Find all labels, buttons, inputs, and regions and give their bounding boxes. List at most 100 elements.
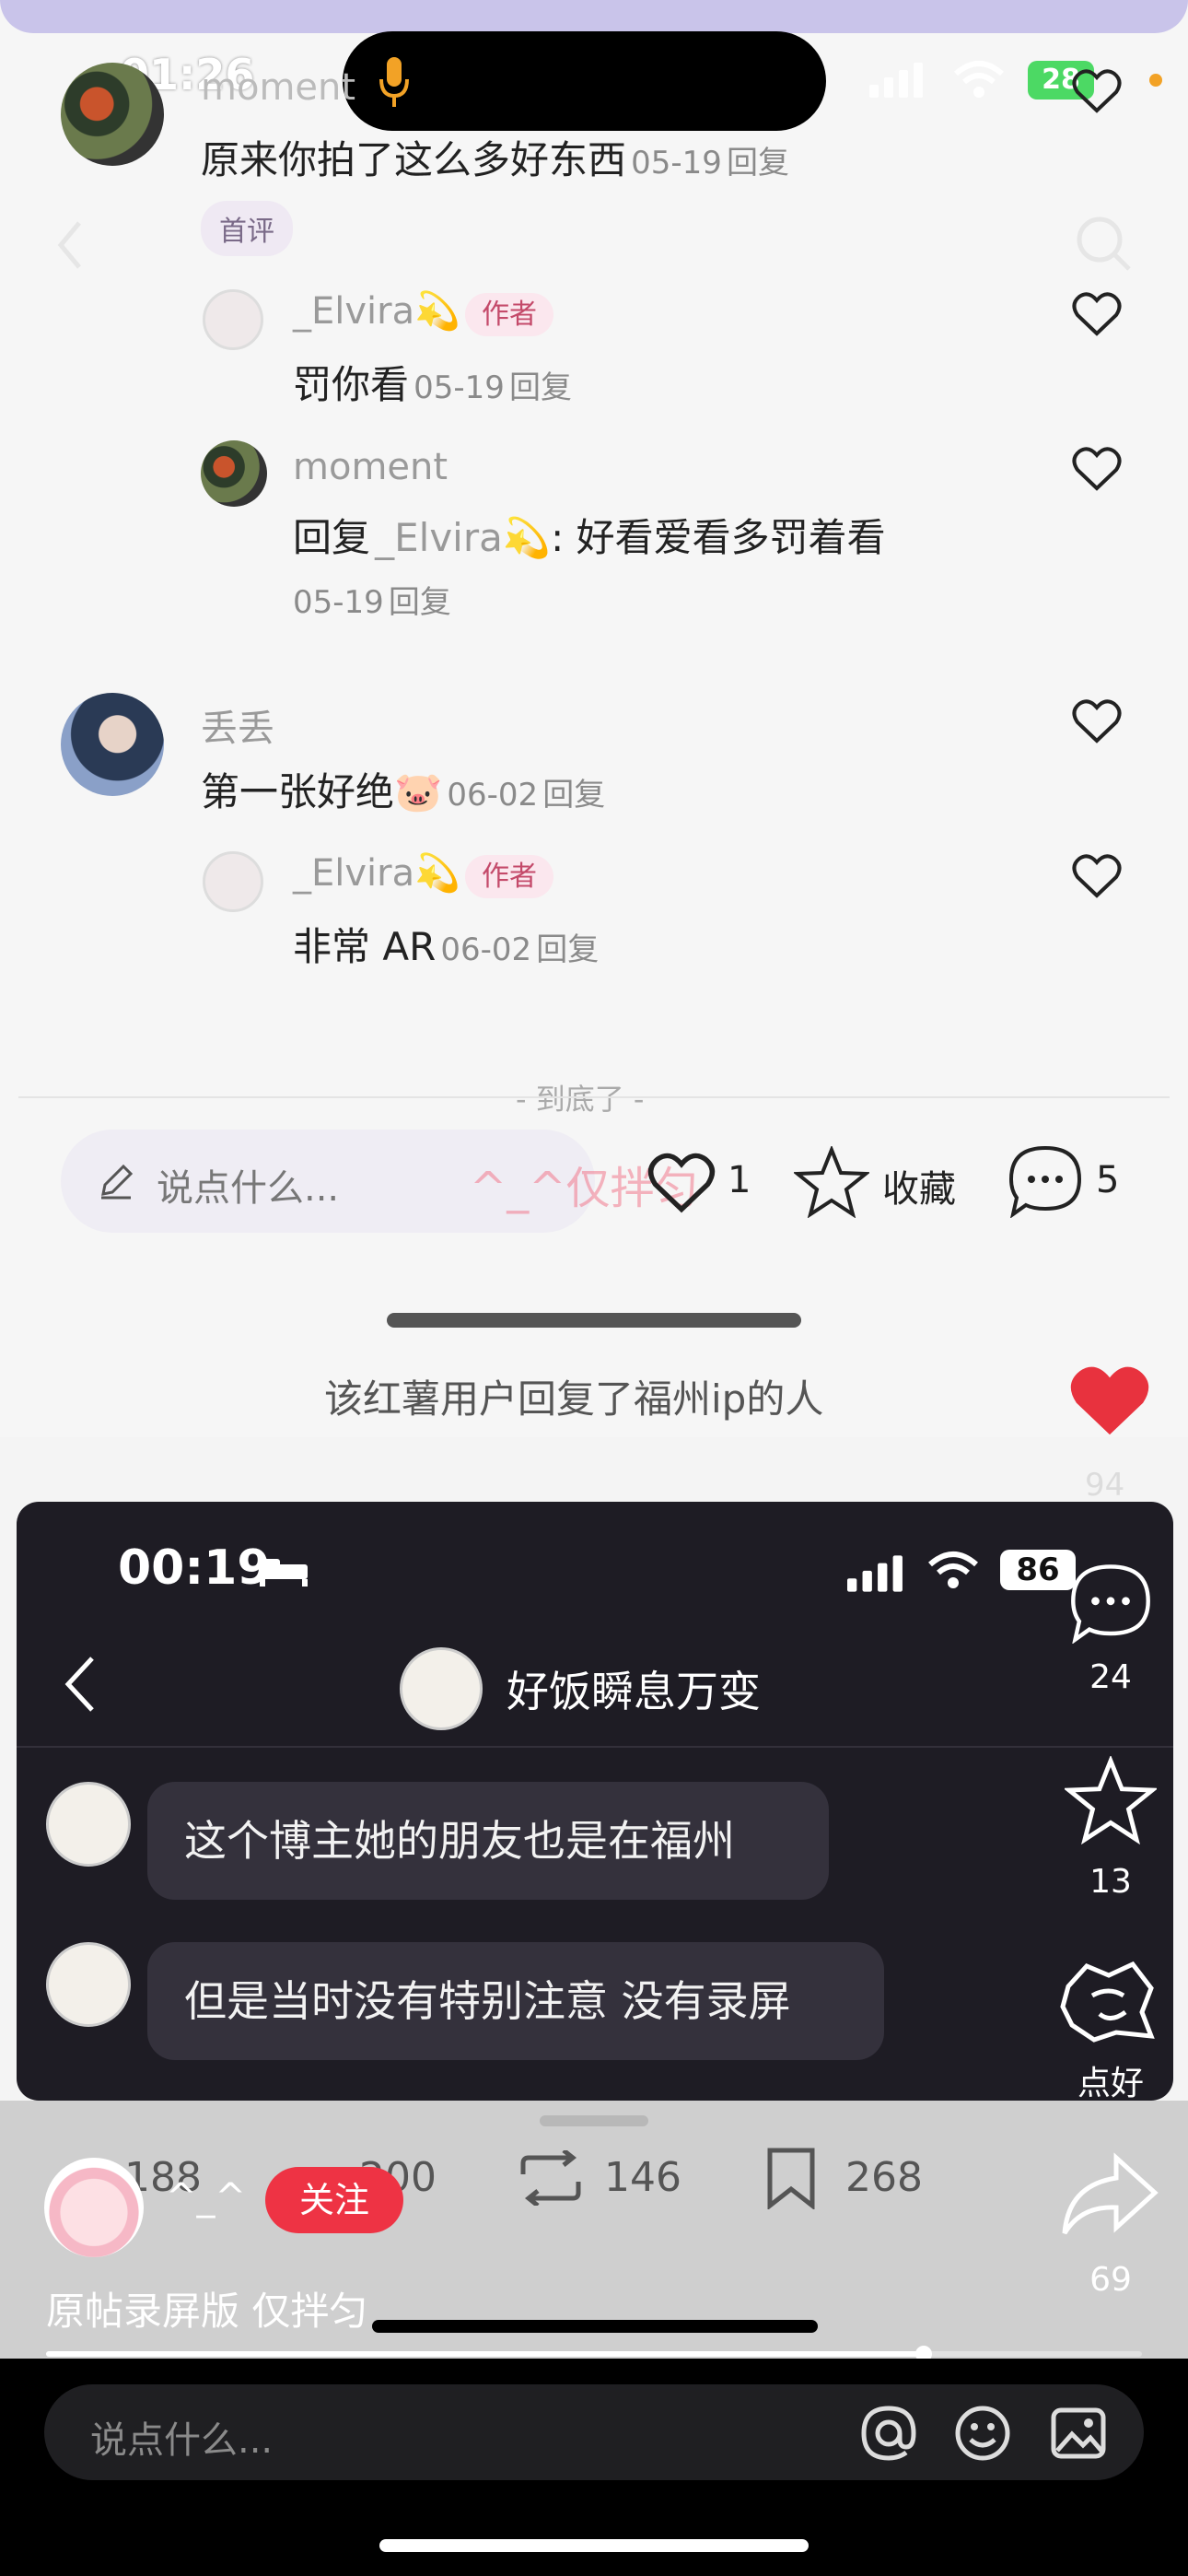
comment-text: : 好看爱看多罚着看 — [551, 515, 886, 560]
follow-button[interactable]: 关注 — [265, 2167, 403, 2233]
reply-prefix: 回复 — [293, 515, 371, 560]
comment-date: 06-02 — [447, 777, 539, 814]
avatar — [46, 1942, 131, 2027]
author-avatar[interactable] — [44, 2158, 144, 2257]
signal-icon — [869, 63, 923, 98]
recording-dot — [1149, 74, 1162, 87]
mention-icon[interactable] — [860, 2405, 917, 2462]
comment-text: 非常 AR — [293, 924, 437, 969]
pencil-icon — [101, 1164, 134, 1200]
home-indicator — [387, 1313, 801, 1328]
search-icon[interactable] — [1074, 214, 1133, 273]
wifi-icon — [954, 61, 1004, 98]
comment-author[interactable]: moment — [201, 66, 355, 109]
video-description: 原帖录屏版 仅拌匀 — [46, 2289, 368, 2334]
repost-icon — [520, 2150, 581, 2206]
emoji-icon[interactable] — [954, 2405, 1011, 2462]
home-indicator — [379, 2539, 809, 2552]
comment-input-placeholder: 说点什么... — [157, 1167, 340, 1210]
comment-body: 第一张好绝🐷 06-02 回复 — [201, 761, 605, 817]
star-icon[interactable] — [794, 1146, 869, 1218]
reply-link[interactable]: 回复 — [536, 931, 599, 968]
like-heart-filled-icon[interactable] — [1066, 1362, 1153, 1441]
reply-link[interactable]: 回复 — [727, 145, 789, 181]
star-count: 13 — [1089, 1863, 1132, 1901]
drag-handle[interactable] — [540, 2115, 648, 2126]
faded-stat: 146 — [604, 2154, 681, 2201]
avatar[interactable] — [61, 693, 164, 796]
image-icon[interactable] — [1050, 2405, 1107, 2462]
reply-link[interactable]: 回复 — [509, 369, 572, 406]
like-heart-icon[interactable] — [1072, 698, 1122, 744]
divider — [18, 1096, 1170, 1098]
comment-author[interactable]: 丢丢 — [201, 698, 274, 752]
like-count: 94 — [1085, 1467, 1125, 1504]
battery-indicator: 86 — [1000, 1550, 1076, 1590]
reply-meta: 05-19 回复 — [293, 577, 451, 622]
reply-link[interactable]: 回复 — [542, 777, 605, 814]
share-icon[interactable] — [1059, 2152, 1160, 2239]
comment-date: 05-19 — [413, 369, 505, 406]
rate-label[interactable]: 点好 — [1065, 2056, 1157, 2104]
wifi-icon — [928, 1551, 978, 1588]
comment-date: 05-19 — [631, 145, 722, 181]
chat-status-time: 00:19 — [118, 1540, 271, 1596]
chat-message: 这个博主她的朋友也是在福州 — [147, 1782, 829, 1900]
like-heart-icon[interactable] — [1072, 853, 1122, 899]
comment-bubble-icon[interactable] — [1007, 1144, 1083, 1218]
video-caption: 该红薯用户回复了福州ip的人 — [324, 1376, 824, 1422]
reply-body: 罚你看 05-19 回复 — [293, 354, 572, 410]
like-icon[interactable] — [646, 1152, 716, 1214]
author-badge: 作者 — [465, 855, 554, 898]
bookmark-icon — [767, 2148, 815, 2209]
reply-body: 回复 _Elvira💫: 好看爱看多罚着看 — [293, 507, 886, 563]
collect-label[interactable]: 收藏 — [882, 1159, 956, 1212]
rate-good-icon[interactable] — [1059, 1959, 1159, 2043]
chat-title: 好饭瞬息万变 — [507, 1667, 761, 1716]
reply-header: _Elvira💫 作者 — [293, 851, 554, 898]
reply-header: _Elvira💫 作者 — [293, 289, 554, 336]
comment-date: 06-02 — [440, 931, 532, 968]
top-band — [0, 0, 1188, 33]
comment-text: 第一张好绝🐷 — [201, 769, 443, 814]
comment-input-placeholder: 说点什么... — [90, 2419, 274, 2462]
like-count: 1 — [728, 1159, 751, 1201]
comment-bubble-icon[interactable] — [1068, 1563, 1153, 1644]
bed-icon — [260, 1559, 308, 1587]
group-avatar — [400, 1647, 483, 1730]
microphone-icon — [379, 57, 409, 107]
comment-date: 05-19 — [293, 584, 384, 621]
first-comment-badge: 首评 — [201, 201, 293, 256]
comment-author[interactable]: _Elvira💫 — [293, 290, 460, 333]
back-icon[interactable] — [55, 219, 83, 271]
comment-count: 5 — [1096, 1159, 1120, 1201]
star-icon[interactable] — [1065, 1756, 1157, 1844]
author-name[interactable]: ^_^ — [166, 2176, 246, 2219]
dynamic-island — [343, 31, 826, 131]
reply-body: 非常 AR 06-02 回复 — [293, 916, 599, 972]
comment-body: 原来你拍了这么多好东西 05-19 回复 — [201, 129, 789, 185]
comment-text: 原来你拍了这么多好东西 — [201, 137, 627, 182]
divider — [17, 1746, 1173, 1748]
comment-author[interactable]: _Elvira💫 — [293, 852, 460, 895]
avatar[interactable] — [203, 851, 263, 912]
home-indicator — [372, 2320, 818, 2333]
reply-link[interactable]: 回复 — [389, 584, 451, 621]
avatar — [46, 1782, 131, 1867]
author-badge: 作者 — [465, 293, 554, 336]
signal-icon — [847, 1555, 903, 1592]
comment-count: 24 — [1089, 1658, 1132, 1696]
avatar[interactable] — [203, 289, 263, 350]
comment-text: 罚你看 — [293, 362, 410, 407]
share-count: 69 — [1089, 2261, 1132, 2299]
avatar[interactable] — [61, 63, 164, 166]
chat-back-icon[interactable] — [61, 1655, 98, 1714]
chat-message: 但是当时没有特别注意 没有录屏 — [147, 1942, 884, 2060]
like-heart-icon[interactable] — [1072, 446, 1122, 492]
mention[interactable]: _Elvira💫 — [375, 515, 551, 560]
comment-author[interactable]: moment — [293, 446, 448, 488]
avatar[interactable] — [201, 440, 267, 507]
like-heart-icon[interactable] — [1072, 68, 1122, 114]
like-heart-icon[interactable] — [1072, 291, 1122, 337]
video-progress-fill — [46, 2351, 923, 2357]
